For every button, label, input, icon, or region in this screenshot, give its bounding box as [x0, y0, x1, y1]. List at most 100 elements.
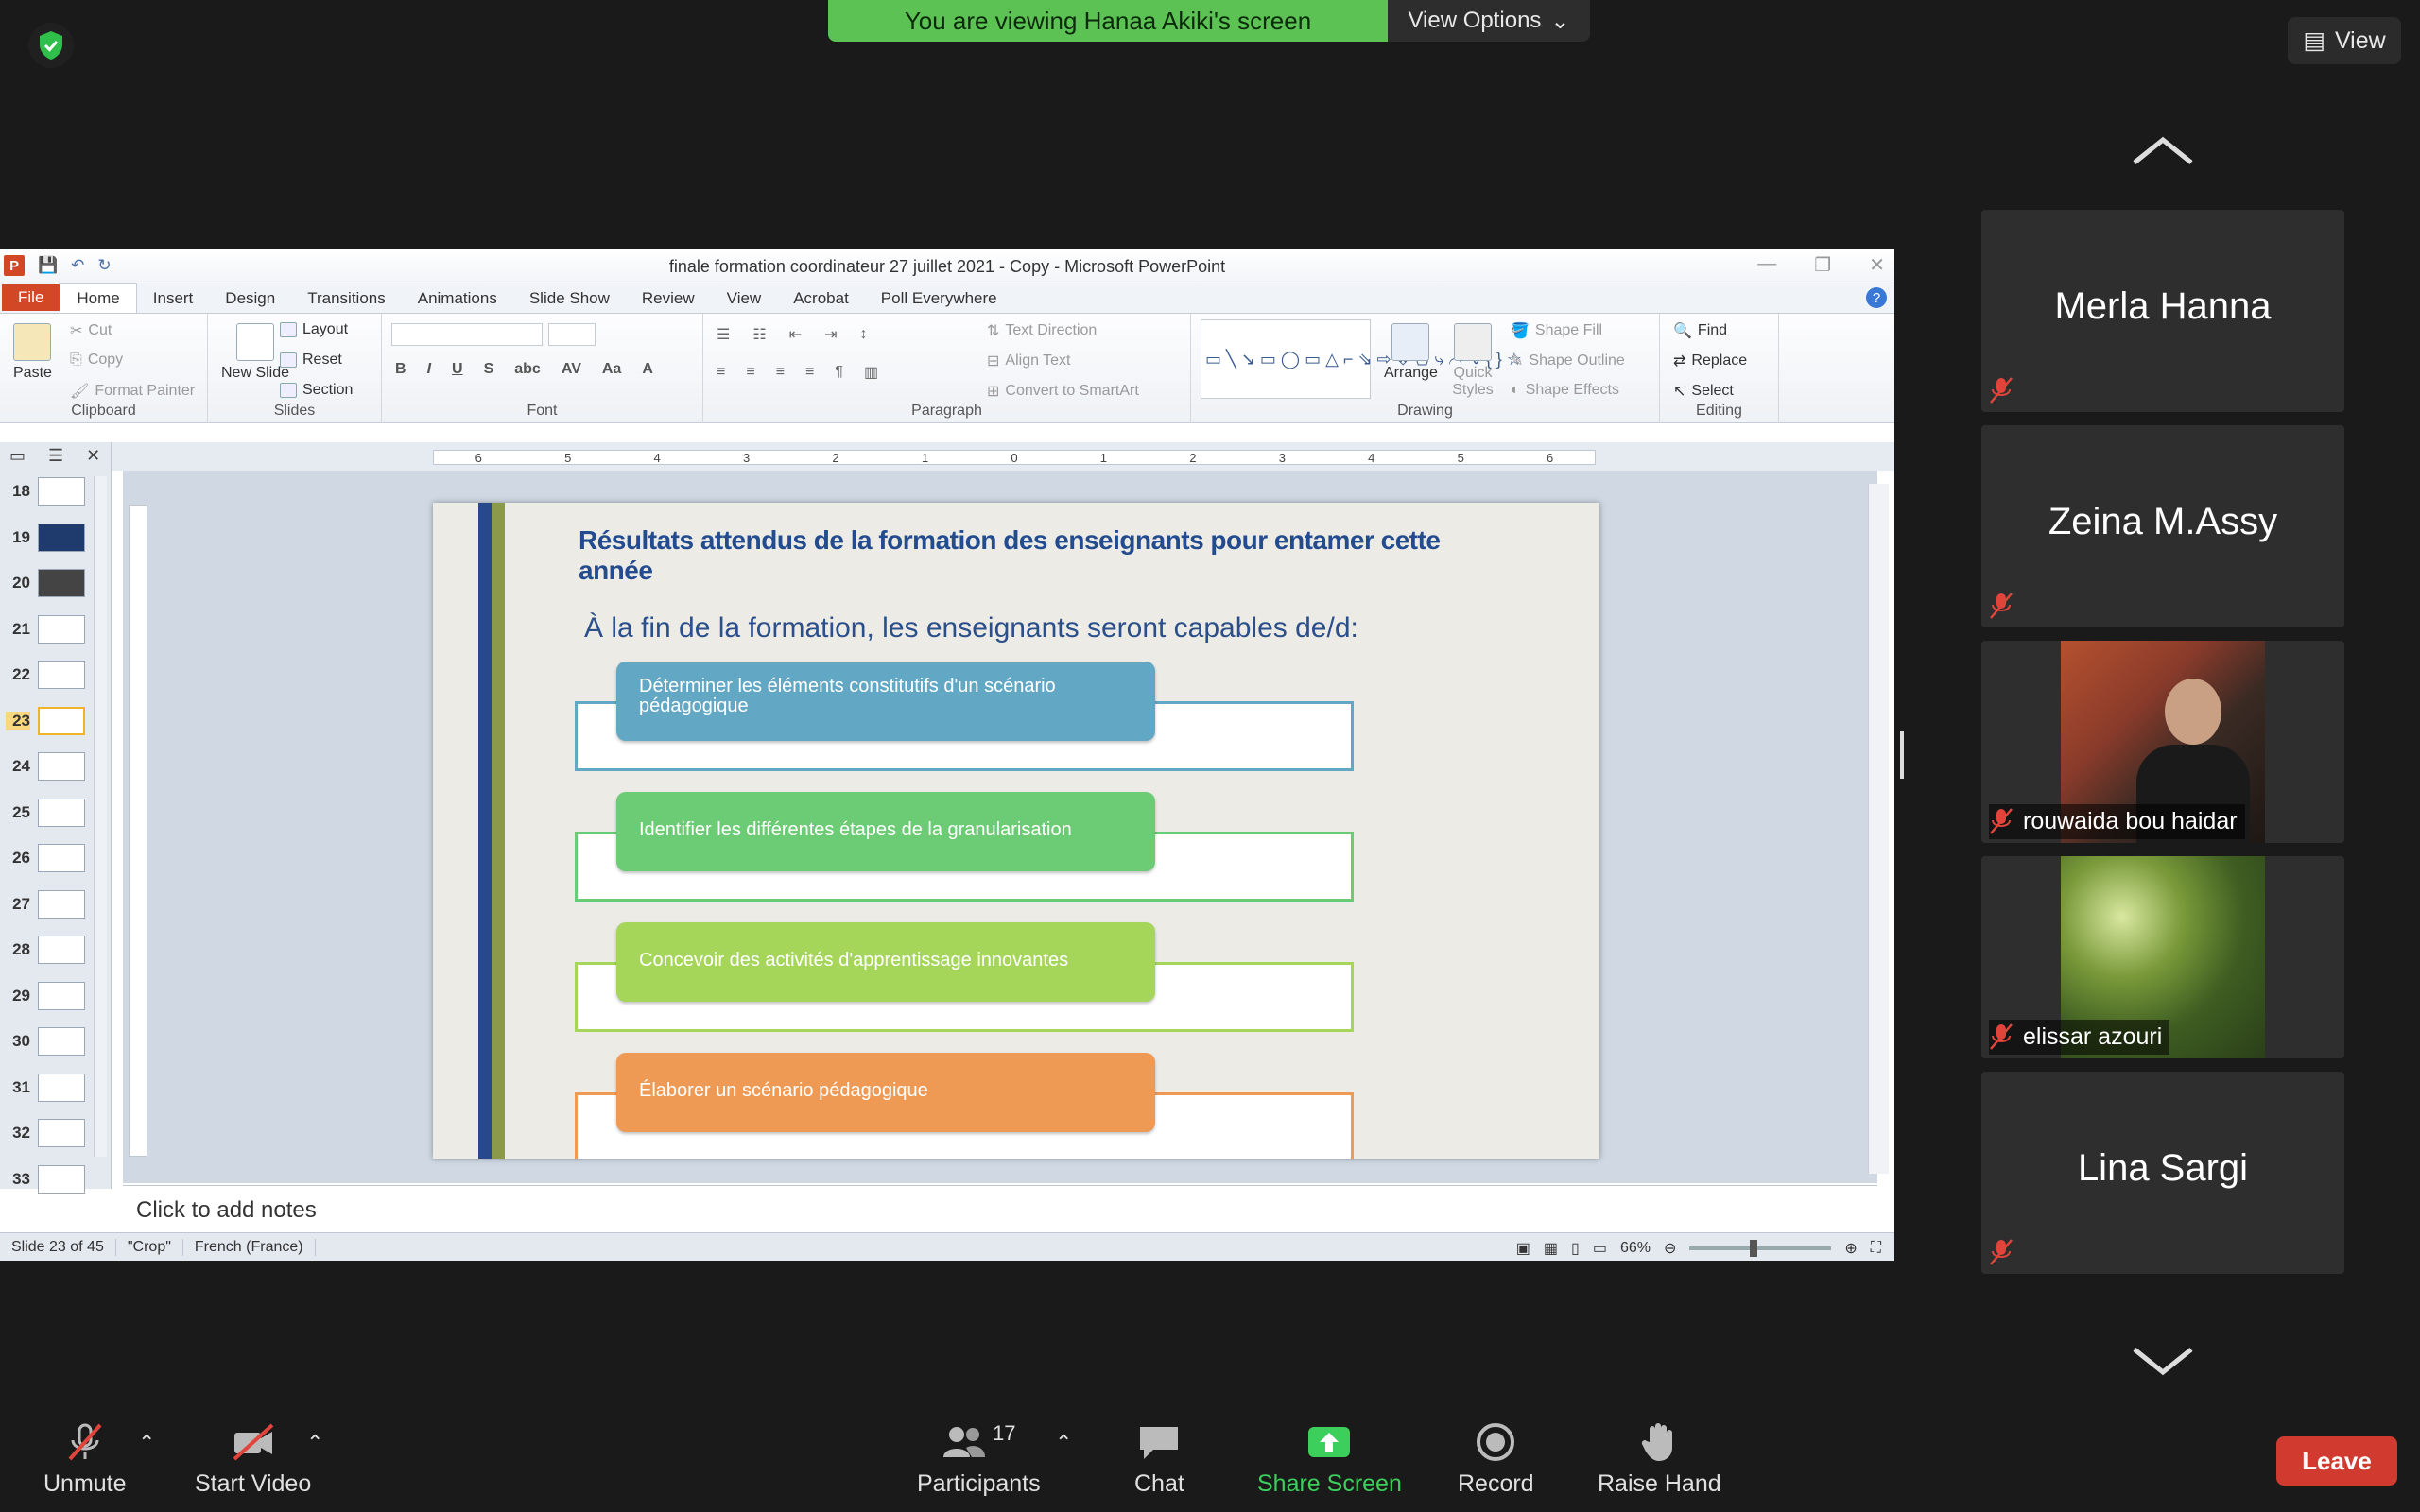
objective-box[interactable]: Élaborer un scénario pédagogique [616, 1053, 1155, 1132]
zoom-slider[interactable] [1689, 1240, 1832, 1257]
current-slide[interactable]: Résultats attendus de la formation des e… [433, 503, 1599, 1159]
participant-tile[interactable]: Merla Hanna [1981, 210, 2344, 412]
tab-design[interactable]: Design [209, 284, 291, 313]
participants-caret-icon[interactable]: ⌃ [1055, 1431, 1072, 1455]
line-spacing-icon[interactable]: ↕ [860, 326, 868, 343]
underline-icon[interactable]: U [452, 361, 463, 378]
notes-pane[interactable]: Click to add notes [123, 1185, 1877, 1232]
view-button[interactable]: ▤ View [2288, 17, 2401, 64]
align-left-icon[interactable]: ≡ [717, 364, 725, 381]
security-shield-icon[interactable] [28, 23, 74, 68]
text-direction-button[interactable]: ⇅ Text Direction [987, 321, 1097, 340]
slides-view-icon[interactable]: ▭ [9, 446, 26, 466]
tab-insert[interactable]: Insert [137, 284, 210, 313]
reading-view-icon[interactable]: ▯ [1571, 1239, 1580, 1258]
columns-icon[interactable]: ▥ [864, 363, 878, 382]
tab-view[interactable]: View [711, 284, 778, 313]
numbering-icon[interactable]: ☷ [752, 325, 766, 344]
section-button[interactable]: Section [280, 382, 353, 399]
copy-button[interactable]: ⎘ Copy [70, 352, 123, 369]
justify-icon[interactable]: ≡ [805, 364, 814, 381]
reset-button[interactable]: Reset [280, 352, 342, 369]
shape-outline-button[interactable]: ✎ Shape Outline [1511, 352, 1625, 370]
arrange-button[interactable]: Arrange [1384, 323, 1438, 382]
objective-box[interactable]: Concevoir des activités d'apprentissage … [616, 922, 1155, 1002]
shape-fill-button[interactable]: 🪣 Shape Fill [1511, 321, 1602, 340]
zoom-level[interactable]: 66% [1620, 1240, 1651, 1257]
close-pane-icon[interactable]: ✕ [86, 446, 100, 466]
slide-title[interactable]: Résultats attendus de la formation des e… [579, 525, 1486, 586]
convert-smartart-button[interactable]: ⊞ Convert to SmartArt [987, 382, 1139, 401]
objective-box[interactable]: Identifier les différentes étapes de la … [616, 792, 1155, 871]
zoom-out-icon[interactable]: ⊖ [1664, 1239, 1676, 1258]
minimize-icon[interactable]: — [1757, 253, 1776, 277]
indent-icon[interactable]: ⇤ [789, 325, 802, 344]
strikethrough-icon[interactable]: abc [514, 361, 541, 378]
cut-button[interactable]: ✂ Cut [70, 321, 112, 340]
objective-box[interactable]: Déterminer les éléments constitutifs d'u… [616, 662, 1155, 741]
align-center-icon[interactable]: ≡ [746, 364, 754, 381]
theme-name[interactable]: "Crop" [116, 1238, 183, 1256]
splitter-handle[interactable] [1900, 731, 1904, 779]
quick-styles-button[interactable]: Quick Styles [1444, 323, 1501, 399]
view-options-button[interactable]: View Options ⌄ [1388, 0, 1590, 42]
language-indicator[interactable]: French (France) [183, 1238, 316, 1256]
replace-button[interactable]: ⇄ Replace [1673, 352, 1747, 370]
normal-view-icon[interactable]: ▣ [1516, 1239, 1530, 1258]
zoom-in-icon[interactable]: ⊕ [1844, 1239, 1857, 1258]
format-painter-button[interactable]: 🖌 Format Painter [70, 382, 195, 401]
italic-icon[interactable]: I [427, 361, 431, 378]
unmute-button[interactable]: Unmute [43, 1421, 127, 1498]
fit-window-icon[interactable]: ⛶ [1871, 1240, 1881, 1257]
close-icon[interactable]: ✕ [1869, 253, 1885, 277]
tab-animations[interactable]: Animations [402, 284, 513, 313]
font-color-icon[interactable]: A [642, 361, 653, 378]
paste-button[interactable]: Paste [13, 323, 52, 382]
change-case-icon[interactable]: Aa [602, 361, 621, 378]
tab-file[interactable]: File [2, 284, 60, 311]
chevron-up-icon[interactable] [2129, 132, 2197, 170]
video-options-caret-icon[interactable]: ⌃ [306, 1431, 323, 1455]
align-text-button[interactable]: ⊟ Align Text [987, 352, 1070, 370]
ltr-icon[interactable]: ¶ [835, 364, 843, 381]
align-right-icon[interactable]: ≡ [776, 364, 785, 381]
font-size-select[interactable] [548, 323, 596, 346]
chevron-down-icon[interactable] [2129, 1342, 2197, 1380]
chat-button[interactable]: Chat [1134, 1421, 1184, 1498]
participant-tile[interactable]: rouwaida bou haidar [1981, 641, 2344, 843]
thumbnail-item[interactable]: 33 [0, 1157, 111, 1203]
tab-acrobat[interactable]: Acrobat [777, 284, 865, 313]
raise-hand-button[interactable]: Raise Hand [1598, 1421, 1721, 1498]
audio-options-caret-icon[interactable]: ⌃ [138, 1431, 155, 1455]
restore-icon[interactable]: ❐ [1814, 253, 1831, 277]
participant-tile[interactable]: elissar azouri [1981, 856, 2344, 1058]
share-screen-button[interactable]: Share Screen [1257, 1421, 1402, 1498]
thumbnails-scrollbar[interactable] [94, 476, 107, 1157]
spacing-icon[interactable]: AV [562, 361, 581, 378]
shape-effects-button[interactable]: ◐ Shape Effects [1511, 382, 1619, 399]
shapes-gallery[interactable]: ▭ ╲ ↘ ▭ ◯ ▭ △ ⌐ ⇘ ⇨ ⇩ ⬠ ⤷ ⌒ ∿ { } ☆ [1201, 319, 1522, 399]
select-button[interactable]: ↖ Select [1673, 382, 1734, 401]
bullets-icon[interactable]: ☰ [717, 325, 730, 344]
slide-scrollbar[interactable] [1868, 484, 1889, 1174]
bold-icon[interactable]: B [395, 361, 406, 378]
tab-poll-everywhere[interactable]: Poll Everywhere [865, 284, 1013, 313]
font-name-select[interactable] [391, 323, 543, 346]
tab-transitions[interactable]: Transitions [291, 284, 402, 313]
participants-button[interactable]: 17 Participants [917, 1421, 1041, 1498]
shadow-icon[interactable]: S [484, 361, 494, 378]
tab-home[interactable]: Home [60, 284, 137, 313]
sorter-view-icon[interactable]: ▦ [1544, 1239, 1558, 1258]
slide-subtitle[interactable]: À la fin de la formation, les enseignant… [584, 612, 1358, 644]
start-video-button[interactable]: Start Video [195, 1421, 311, 1498]
outline-view-icon[interactable]: ☰ [48, 446, 63, 466]
slideshow-view-icon[interactable]: ▭ [1593, 1239, 1607, 1258]
help-icon[interactable]: ? [1866, 287, 1887, 308]
tab-slide-show[interactable]: Slide Show [513, 284, 626, 313]
layout-button[interactable]: Layout [280, 321, 348, 338]
participant-tile[interactable]: Lina Sargi [1981, 1072, 2344, 1274]
participant-tile[interactable]: Zeina M.Assy [1981, 425, 2344, 627]
find-button[interactable]: 🔍 Find [1673, 321, 1727, 340]
leave-button[interactable]: Leave [2276, 1436, 2397, 1486]
tab-review[interactable]: Review [626, 284, 711, 313]
